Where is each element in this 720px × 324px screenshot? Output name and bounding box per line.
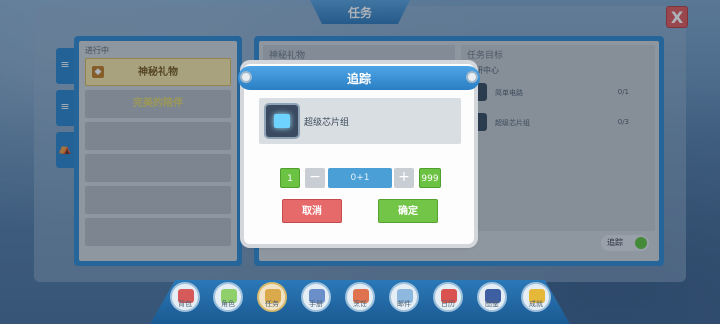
nav-quest[interactable]: 任务: [257, 282, 287, 312]
chip-glow-icon: [274, 114, 290, 128]
nav-mail[interactable]: 邮件: [389, 282, 419, 312]
nav-cooking[interactable]: 烹饪: [345, 282, 375, 312]
nav-label: 成就: [529, 300, 543, 308]
cancel-button[interactable]: 取消: [282, 199, 342, 223]
track-dialog: [244, 64, 474, 244]
nav-character[interactable]: 角色: [213, 282, 243, 312]
nav-trophy[interactable]: 成就: [521, 282, 551, 312]
nav-hammer[interactable]: 手册: [301, 282, 331, 312]
confirm-button[interactable]: 确定: [378, 199, 438, 223]
qty-plus-button[interactable]: +: [394, 168, 414, 188]
nav-label: 日历: [441, 300, 455, 308]
qty-min-button[interactable]: 1: [280, 168, 300, 188]
item-name: 超级芯片组: [304, 118, 350, 128]
nav-label: 图鉴: [485, 300, 499, 308]
nav-label: 邮件: [397, 300, 411, 308]
nav-label: 任务: [265, 300, 279, 308]
quantity-input[interactable]: 0+1: [328, 168, 392, 188]
dialog-title: 追踪: [346, 72, 371, 86]
nav-backpack[interactable]: 背包: [170, 282, 200, 312]
qty-minus-button[interactable]: −: [305, 168, 325, 188]
nav-calendar[interactable]: 日历: [433, 282, 463, 312]
nav-book[interactable]: 图鉴: [477, 282, 507, 312]
nav-label: 手册: [309, 300, 323, 308]
dialog-title-ornament-right: [466, 71, 478, 83]
nav-label: 角色: [221, 300, 235, 308]
super-chip-icon: [264, 103, 300, 139]
nav-label: 背包: [178, 300, 192, 308]
nav-label: 烹饪: [353, 300, 367, 308]
qty-max-button[interactable]: 999: [419, 168, 441, 188]
dialog-title-ornament-left: [240, 71, 252, 83]
